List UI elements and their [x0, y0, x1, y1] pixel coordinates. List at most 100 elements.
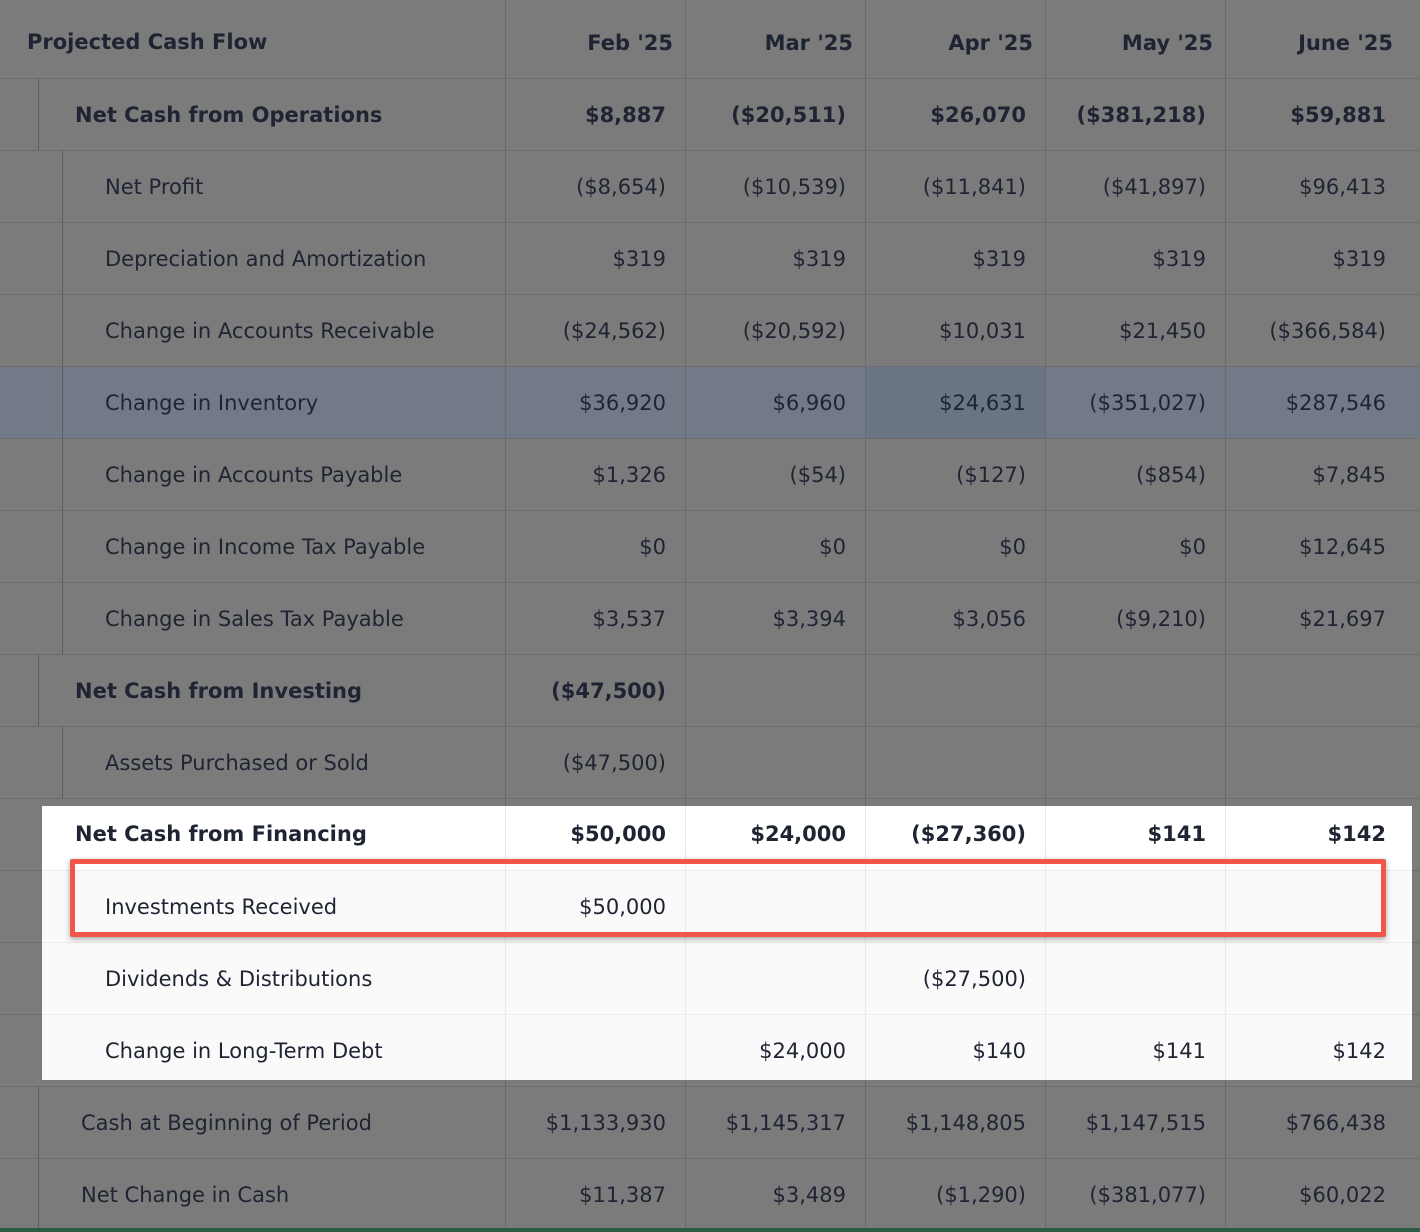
cell-value: ($54)	[789, 463, 846, 487]
cell-value: $36,920	[579, 391, 666, 415]
row-label: Net Change in Cash	[81, 1183, 290, 1207]
cell-value: ($27,360)	[911, 822, 1026, 846]
cell-value: ($41,897)	[1102, 175, 1206, 199]
cell-value: $1,145,317	[725, 1111, 846, 1135]
cell-value: $26,070	[930, 103, 1026, 127]
cell-value: ($1,290)	[936, 1183, 1026, 1207]
row-label: Dividends & Distributions	[105, 967, 373, 991]
table-row[interactable]: Net Profit ($8,654) ($10,539) ($11,841) …	[0, 150, 1420, 223]
column-header-apr[interactable]: Apr '25	[865, 0, 1033, 72]
cell-value: $319	[972, 247, 1026, 271]
column-header-feb[interactable]: Feb '25	[505, 0, 673, 72]
cell-value: ($20,511)	[731, 103, 846, 127]
cell-value: $319	[1332, 247, 1386, 271]
cell-value: $3,489	[772, 1183, 846, 1207]
cell-value: $8,887	[584, 103, 666, 127]
cell-value: ($854)	[1136, 463, 1206, 487]
row-label: Cash at Beginning of Period	[81, 1111, 372, 1135]
table-header: Projected Cash Flow Feb '25 Mar '25 Apr …	[0, 0, 1420, 78]
table-row[interactable]: Depreciation and Amortization $319 $319 …	[0, 222, 1420, 295]
table-row[interactable]: Change in Income Tax Payable $0 $0 $0 $0…	[0, 510, 1420, 583]
table-row[interactable]: Change in Long-Term Debt $24,000 $140 $1…	[42, 1014, 1412, 1080]
cell-value: ($381,218)	[1076, 103, 1206, 127]
table-row[interactable]: Investments Received $50,000	[42, 870, 1412, 942]
table-row[interactable]: Net Cash from Financing $50,000 $24,000 …	[42, 806, 1412, 878]
row-label: Change in Accounts Payable	[105, 463, 403, 487]
cell-value: ($20,592)	[742, 319, 846, 343]
row-label: Net Cash from Operations	[75, 103, 383, 127]
table-row[interactable]: Change in Accounts Payable $1,326 ($54) …	[0, 438, 1420, 511]
row-label: Change in Long-Term Debt	[105, 1039, 383, 1063]
cell-value: $142	[1327, 822, 1386, 846]
table-title: Projected Cash Flow	[27, 30, 268, 54]
cell-value: ($47,500)	[551, 679, 666, 703]
cell-value: ($366,584)	[1269, 319, 1386, 343]
column-header-june[interactable]: June '25	[1225, 0, 1393, 72]
table-row[interactable]: Assets Purchased or Sold ($47,500)	[0, 726, 1420, 799]
cell-value: $21,450	[1119, 319, 1206, 343]
cell-value: $0	[999, 535, 1026, 559]
cell-value: $96,413	[1299, 175, 1386, 199]
cell-value: $59,881	[1290, 103, 1386, 127]
cell-value: $142	[1332, 1039, 1386, 1063]
row-label: Net Cash from Financing	[75, 822, 367, 846]
cell-value: $11,387	[579, 1183, 666, 1207]
row-label: Assets Purchased or Sold	[105, 751, 369, 775]
cell-value: $3,394	[772, 607, 846, 631]
table-row-hovered[interactable]: Change in Inventory $36,920 $6,960 $24,6…	[0, 366, 1420, 439]
cell-value: $7,845	[1312, 463, 1386, 487]
cell-value: ($127)	[956, 463, 1026, 487]
cell-value: ($10,539)	[742, 175, 846, 199]
cell-value: ($9,210)	[1116, 607, 1206, 631]
table-row[interactable]: Change in Sales Tax Payable $3,537 $3,39…	[0, 582, 1420, 655]
cell-value: ($11,841)	[922, 175, 1026, 199]
cell-value: $287,546	[1285, 391, 1386, 415]
row-label: Depreciation and Amortization	[105, 247, 427, 271]
cash-flow-table: Projected Cash Flow Feb '25 Mar '25 Apr …	[0, 0, 1420, 1232]
row-label: Change in Inventory	[105, 391, 319, 415]
cell-value: $24,000	[759, 1039, 846, 1063]
cell-value: $60,022	[1299, 1183, 1386, 1207]
cell-value: $3,056	[952, 607, 1026, 631]
table-row[interactable]: Change in Accounts Receivable ($24,562) …	[0, 294, 1420, 367]
cell-value: $0	[639, 535, 666, 559]
row-label: Change in Accounts Receivable	[105, 319, 435, 343]
cell-value: $1,147,515	[1085, 1111, 1206, 1135]
cell-value: $766,438	[1285, 1111, 1386, 1135]
cell-value: $1,133,930	[545, 1111, 666, 1135]
cell-value: $3,537	[592, 607, 666, 631]
row-label: Net Profit	[105, 175, 204, 199]
cell-value: $319	[792, 247, 846, 271]
cell-value: $10,031	[939, 319, 1026, 343]
table-row[interactable]: Net Change in Cash $11,387 $3,489 ($1,29…	[0, 1158, 1420, 1231]
row-label: Investments Received	[105, 895, 338, 919]
cell-value: ($47,500)	[562, 751, 666, 775]
row-label: Change in Income Tax Payable	[105, 535, 426, 559]
table-row[interactable]: Cash at Beginning of Period $1,133,930 $…	[0, 1086, 1420, 1159]
cell-value: ($351,027)	[1089, 391, 1206, 415]
cell-value: $1,326	[592, 463, 666, 487]
cell-value: ($27,500)	[922, 967, 1026, 991]
cell-value: ($381,077)	[1089, 1183, 1206, 1207]
table-row[interactable]: Dividends & Distributions ($27,500)	[42, 942, 1412, 1014]
row-label: Net Cash from Investing	[75, 679, 363, 703]
cell-value: $50,000	[579, 895, 666, 919]
cell-value: $141	[1152, 1039, 1206, 1063]
cell-value: ($24,562)	[562, 319, 666, 343]
table-row[interactable]: Net Cash from Operations $8,887 ($20,511…	[0, 78, 1420, 151]
bottom-border	[0, 1228, 1420, 1232]
cell-value: $24,631	[939, 391, 1026, 415]
cell-value: $24,000	[750, 822, 846, 846]
cell-value: $12,645	[1299, 535, 1386, 559]
cell-value: $21,697	[1299, 607, 1386, 631]
cell-value: ($8,654)	[576, 175, 666, 199]
row-label: Change in Sales Tax Payable	[105, 607, 404, 631]
column-header-may[interactable]: May '25	[1045, 0, 1213, 72]
cell-value: $319	[1152, 247, 1206, 271]
table-row[interactable]: Net Cash from Investing ($47,500)	[0, 654, 1420, 727]
cell-value: $50,000	[570, 822, 666, 846]
financing-section-spotlight: Net Cash from Financing $50,000 $24,000 …	[42, 806, 1412, 1080]
cell-value: $1,148,805	[905, 1111, 1026, 1135]
cell-value: $141	[1147, 822, 1206, 846]
column-header-mar[interactable]: Mar '25	[685, 0, 853, 72]
